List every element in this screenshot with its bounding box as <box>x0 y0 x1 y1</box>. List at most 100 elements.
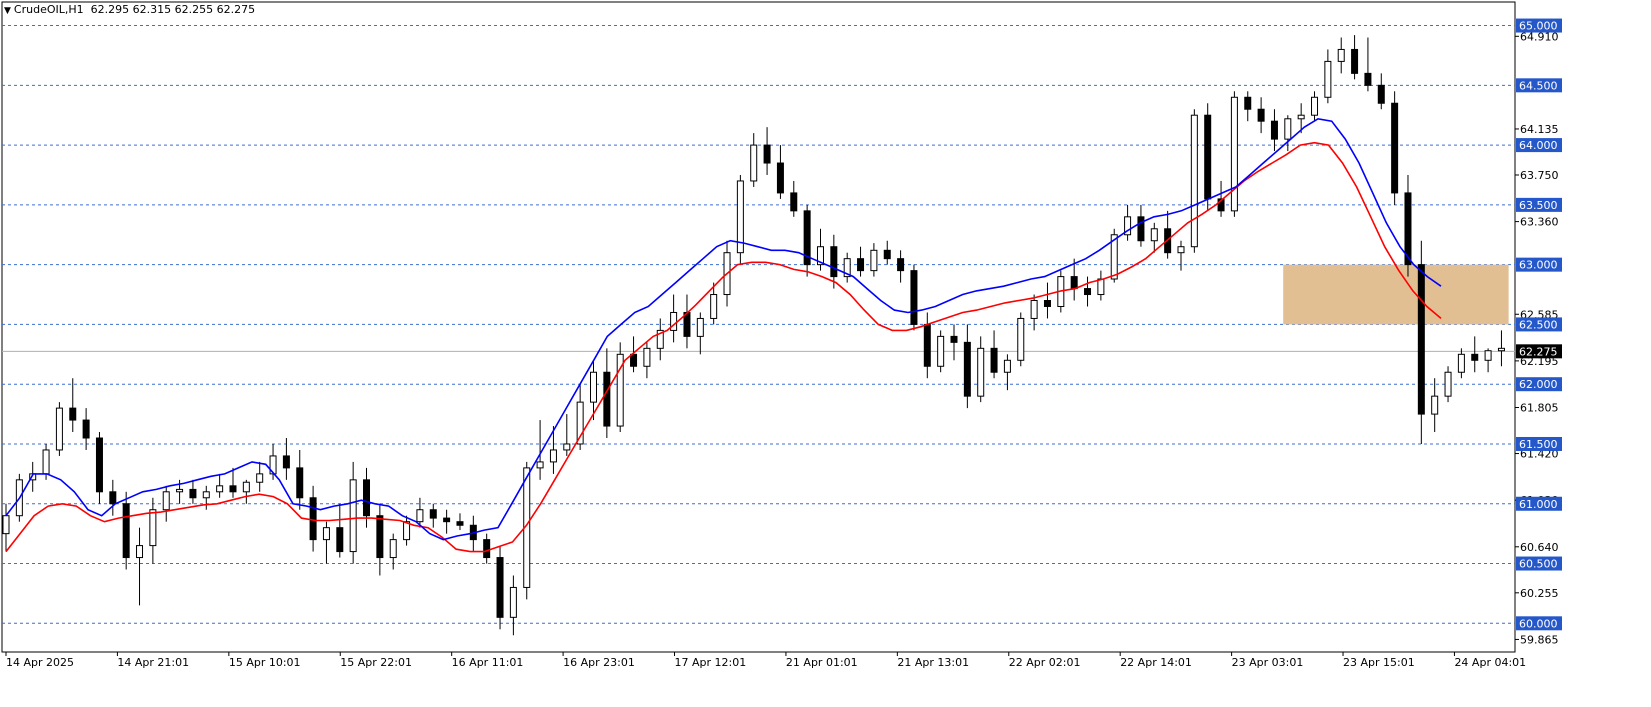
candle-body[interactable] <box>696 317 704 337</box>
candle-body[interactable] <box>536 461 544 469</box>
candle-body[interactable] <box>1137 216 1145 242</box>
candle-body[interactable] <box>42 449 50 475</box>
candle-body[interactable] <box>496 557 504 618</box>
price-chart[interactable]: 64.91064.13563.75063.36062.58562.19561.8… <box>0 0 1651 707</box>
candle-body[interactable] <box>1297 114 1305 120</box>
candle-body[interactable] <box>1324 60 1332 98</box>
collapse-triangle-icon[interactable]: ▼ <box>4 6 11 16</box>
candle-body[interactable] <box>162 491 170 511</box>
candle-body[interactable] <box>990 347 998 373</box>
candle-body[interactable] <box>349 479 357 553</box>
candle-body[interactable] <box>937 335 945 367</box>
candle-body[interactable] <box>883 249 891 260</box>
candle-body[interactable] <box>950 335 958 343</box>
candle-body[interactable] <box>136 545 144 559</box>
candle-body[interactable] <box>1097 278 1105 296</box>
candle-body[interactable] <box>1471 353 1479 361</box>
candle-body[interactable] <box>1284 118 1292 140</box>
candle-body[interactable] <box>1337 48 1345 62</box>
candle-body[interactable] <box>1230 96 1238 212</box>
candle-body[interactable] <box>1003 359 1011 373</box>
candle-body[interactable] <box>1351 48 1359 74</box>
candle-body[interactable] <box>750 144 758 182</box>
candle-body[interactable] <box>55 407 63 451</box>
price-tick-label: 60.640 <box>1520 541 1559 554</box>
candle-body[interactable] <box>69 407 77 421</box>
candle-body[interactable] <box>1257 108 1265 122</box>
candle-body[interactable] <box>1417 264 1425 415</box>
candle-body[interactable] <box>336 527 344 553</box>
candle-body[interactable] <box>309 497 317 541</box>
candle-body[interactable] <box>710 294 718 319</box>
candle-body[interactable] <box>256 473 264 483</box>
candle-body[interactable] <box>1030 300 1038 319</box>
candle-body[interactable] <box>483 539 491 559</box>
price-tick-label: 59.865 <box>1520 633 1559 646</box>
candle-body[interactable] <box>296 467 304 499</box>
candle-body[interactable] <box>857 258 865 272</box>
level-badge-label: 62.500 <box>1519 318 1558 331</box>
candle-body[interactable] <box>603 371 611 427</box>
candle-body[interactable] <box>202 491 210 499</box>
price-tick-label: 60.255 <box>1520 587 1559 600</box>
candle-body[interactable] <box>429 509 437 519</box>
candle-body[interactable] <box>1270 120 1278 140</box>
candle-body[interactable] <box>1497 347 1505 352</box>
candle-body[interactable] <box>1084 288 1092 296</box>
candle-body[interactable] <box>82 419 90 439</box>
candle-body[interactable] <box>763 144 771 164</box>
candle-body[interactable] <box>910 270 918 325</box>
time-tick-label: 16 Apr 11:01 <box>452 656 524 669</box>
candle-body[interactable] <box>242 481 250 493</box>
candle-body[interactable] <box>790 192 798 212</box>
candle-body[interactable] <box>403 521 411 541</box>
candle-body[interactable] <box>776 162 784 194</box>
candle-body[interactable] <box>1204 114 1212 200</box>
candle-body[interactable] <box>1177 246 1185 254</box>
candle-body[interactable] <box>1364 72 1372 86</box>
candle-body[interactable] <box>2 515 10 535</box>
candle-body[interactable] <box>95 437 103 493</box>
candle-body[interactable] <box>897 258 905 272</box>
candle-body[interactable] <box>589 371 597 403</box>
candle-body[interactable] <box>870 249 878 272</box>
candle-body[interactable] <box>1457 353 1465 373</box>
candle-body[interactable] <box>563 443 571 451</box>
candle-body[interactable] <box>509 586 517 618</box>
candle-body[interactable] <box>1043 300 1051 307</box>
candle-body[interactable] <box>189 488 197 499</box>
candle-body[interactable] <box>1431 395 1439 415</box>
candle-body[interactable] <box>149 509 157 547</box>
candle-body[interactable] <box>216 485 224 493</box>
candle-body[interactable] <box>416 509 424 523</box>
candle-body[interactable] <box>322 527 330 541</box>
candle-body[interactable] <box>1484 350 1492 361</box>
candle-body[interactable] <box>830 246 838 278</box>
candle-body[interactable] <box>1311 96 1319 116</box>
candle-body[interactable] <box>1244 96 1252 110</box>
candle-body[interactable] <box>282 455 290 469</box>
candle-body[interactable] <box>443 517 451 523</box>
candle-body[interactable] <box>363 479 371 517</box>
candle-body[interactable] <box>963 341 971 397</box>
candle-body[interactable] <box>643 347 651 367</box>
candle-body[interactable] <box>1190 114 1198 248</box>
candle-body[interactable] <box>376 515 384 559</box>
candle-body[interactable] <box>549 449 557 463</box>
candle-body[interactable] <box>1070 276 1078 290</box>
candle-body[interactable] <box>122 503 130 559</box>
candle-body[interactable] <box>1391 102 1399 194</box>
candle-body[interactable] <box>977 347 985 397</box>
candle-body[interactable] <box>456 521 464 526</box>
candle-body[interactable] <box>1017 317 1025 361</box>
candle-body[interactable] <box>923 323 931 367</box>
level-badge-label: 64.000 <box>1519 139 1558 152</box>
candle-body[interactable] <box>109 491 117 505</box>
candle-body[interactable] <box>1444 371 1452 397</box>
candle-body[interactable] <box>229 485 237 493</box>
candle-body[interactable] <box>1150 228 1158 242</box>
candle-body[interactable] <box>1377 84 1385 104</box>
candle-body[interactable] <box>176 488 184 493</box>
candle-body[interactable] <box>389 539 397 559</box>
candle-body[interactable] <box>630 353 638 367</box>
